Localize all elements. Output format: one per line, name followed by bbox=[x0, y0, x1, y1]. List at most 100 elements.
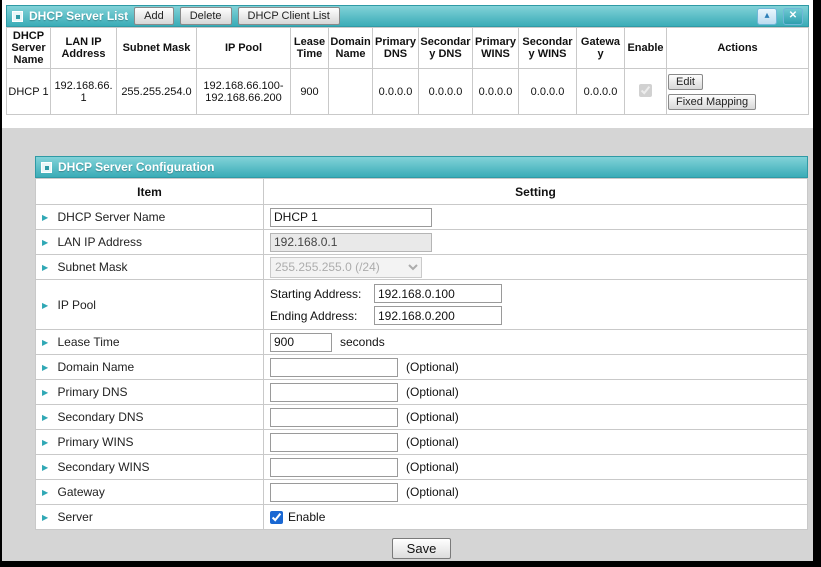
label-gateway: Gateway bbox=[58, 485, 105, 499]
cell-primary-wins: 0.0.0.0 bbox=[473, 69, 519, 115]
col-item: Item bbox=[36, 179, 264, 205]
panel-window-icon bbox=[12, 11, 23, 22]
col-gateway: Gateway bbox=[577, 28, 625, 69]
dhcp-server-configuration-header: DHCP Server Configuration bbox=[35, 156, 808, 178]
gateway-suffix: (Optional) bbox=[406, 485, 459, 499]
row-secondary-dns: ▶ Secondary DNS (Optional) bbox=[36, 405, 808, 430]
col-enable: Enable bbox=[625, 28, 667, 69]
row-dhcp-server-name: ▶ DHCP Server Name bbox=[36, 205, 808, 230]
gateway-input[interactable] bbox=[270, 483, 398, 502]
cell-ip-pool: 192.168.66.100-192.168.66.200 bbox=[197, 69, 291, 115]
row-server: ▶ Server Enable bbox=[36, 505, 808, 530]
row-domain-name: ▶ Domain Name (Optional) bbox=[36, 355, 808, 380]
bullet-icon: ▶ bbox=[42, 413, 48, 422]
row-lan-ip-address: ▶ LAN IP Address bbox=[36, 230, 808, 255]
label-ip-pool: IP Pool bbox=[58, 298, 96, 312]
cell-primary-dns: 0.0.0.0 bbox=[373, 69, 419, 115]
cell-gateway: 0.0.0.0 bbox=[577, 69, 625, 115]
dhcp-server-list-panel: DHCP Server List Add Delete DHCP Client … bbox=[2, 0, 813, 115]
dhcp-server-list-header: DHCP Server List Add Delete DHCP Client … bbox=[6, 5, 809, 27]
bullet-icon: ▶ bbox=[42, 338, 48, 347]
bullet-icon: ▶ bbox=[42, 513, 48, 522]
row-subnet-mask: ▶ Subnet Mask 255.255.255.0 (/24) bbox=[36, 255, 808, 280]
col-secondary-dns: Secondary DNS bbox=[419, 28, 473, 69]
cell-subnet: 255.255.254.0 bbox=[117, 69, 197, 115]
col-dhcp-server-name: DHCP Server Name bbox=[7, 28, 51, 69]
subnet-mask-select: 255.255.255.0 (/24) bbox=[270, 257, 422, 278]
label-primary-wins: Primary WINS bbox=[58, 435, 134, 449]
save-bar: Save bbox=[35, 538, 808, 559]
row-lease-time: ▶ Lease Time seconds bbox=[36, 330, 808, 355]
dhcp-server-list-title: DHCP Server List bbox=[29, 9, 128, 23]
bullet-icon: ▶ bbox=[42, 301, 48, 310]
row-ip-pool: ▶ IP Pool Starting Address: Ending Addre… bbox=[36, 280, 808, 330]
bullet-icon: ▶ bbox=[42, 238, 48, 247]
label-lease-time: Lease Time bbox=[58, 335, 120, 349]
col-subnet-mask: Subnet Mask bbox=[117, 28, 197, 69]
cell-lan-ip: 192.168.66.1 bbox=[51, 69, 117, 115]
cell-enable bbox=[625, 69, 667, 115]
domain-name-input[interactable] bbox=[270, 358, 398, 377]
dhcp-server-configuration-title: DHCP Server Configuration bbox=[58, 160, 214, 174]
label-server: Server bbox=[58, 510, 93, 524]
domain-name-suffix: (Optional) bbox=[406, 360, 459, 374]
delete-button[interactable]: Delete bbox=[180, 7, 232, 25]
bullet-icon: ▶ bbox=[42, 263, 48, 272]
row-enable-checkbox bbox=[639, 84, 652, 97]
bullet-icon: ▶ bbox=[42, 488, 48, 497]
lease-time-suffix: seconds bbox=[340, 335, 385, 349]
primary-dns-input[interactable] bbox=[270, 383, 398, 402]
row-secondary-wins: ▶ Secondary WINS (Optional) bbox=[36, 455, 808, 480]
label-lan-ip-address: LAN IP Address bbox=[58, 235, 143, 249]
panel-window-icon bbox=[41, 162, 52, 173]
bullet-icon: ▶ bbox=[42, 463, 48, 472]
col-lan-ip-address: LAN IP Address bbox=[51, 28, 117, 69]
server-enable-label: Enable bbox=[288, 510, 325, 524]
secondary-dns-suffix: (Optional) bbox=[406, 410, 459, 424]
label-subnet-mask: Subnet Mask bbox=[58, 260, 128, 274]
config-header-row: Item Setting bbox=[36, 179, 808, 205]
cell-secondary-wins: 0.0.0.0 bbox=[519, 69, 577, 115]
server-enable-checkbox[interactable] bbox=[270, 511, 283, 524]
secondary-wins-input[interactable] bbox=[270, 458, 398, 477]
label-primary-dns: Primary DNS bbox=[58, 385, 128, 399]
add-button[interactable]: Add bbox=[134, 7, 174, 25]
ip-pool-end-input[interactable] bbox=[374, 306, 502, 325]
bullet-icon: ▶ bbox=[42, 388, 48, 397]
dhcp-server-name-input[interactable] bbox=[270, 208, 432, 227]
config-area: DHCP Server Configuration Item Setting ▶… bbox=[2, 128, 813, 561]
bullet-icon: ▶ bbox=[42, 363, 48, 372]
col-ip-pool: IP Pool bbox=[197, 28, 291, 69]
primary-dns-suffix: (Optional) bbox=[406, 385, 459, 399]
dhcp-client-list-button[interactable]: DHCP Client List bbox=[238, 7, 340, 25]
dhcp-server-list-table: DHCP Server Name LAN IP Address Subnet M… bbox=[6, 27, 809, 115]
cell-lease: 900 bbox=[291, 69, 329, 115]
label-domain-name: Domain Name bbox=[58, 360, 135, 374]
secondary-dns-input[interactable] bbox=[270, 408, 398, 427]
ip-pool-start-input[interactable] bbox=[374, 284, 502, 303]
collapse-button[interactable]: ▴ bbox=[757, 8, 777, 25]
label-dhcp-server-name: DHCP Server Name bbox=[58, 210, 166, 224]
primary-wins-input[interactable] bbox=[270, 433, 398, 452]
table-row: DHCP 1 192.168.66.1 255.255.254.0 192.16… bbox=[7, 69, 809, 115]
col-setting: Setting bbox=[264, 179, 808, 205]
primary-wins-suffix: (Optional) bbox=[406, 435, 459, 449]
col-actions: Actions bbox=[667, 28, 809, 69]
ending-address-label: Ending Address: bbox=[270, 309, 374, 323]
bullet-icon: ▶ bbox=[42, 213, 48, 222]
save-button[interactable]: Save bbox=[392, 538, 452, 559]
starting-address-label: Starting Address: bbox=[270, 287, 374, 301]
edit-button[interactable]: Edit bbox=[668, 74, 703, 90]
dhcp-server-configuration-panel: DHCP Server Configuration Item Setting ▶… bbox=[35, 156, 808, 530]
close-icon: ✕ bbox=[789, 10, 797, 21]
lease-time-input[interactable] bbox=[270, 333, 332, 352]
fixed-mapping-button[interactable]: Fixed Mapping bbox=[668, 94, 756, 110]
col-lease-time: Lease Time bbox=[291, 28, 329, 69]
label-secondary-wins: Secondary WINS bbox=[58, 460, 150, 474]
col-primary-wins: Primary WINS bbox=[473, 28, 519, 69]
cell-server-name: DHCP 1 bbox=[7, 69, 51, 115]
cell-actions: Edit Fixed Mapping bbox=[667, 69, 809, 115]
list-header-row: DHCP Server Name LAN IP Address Subnet M… bbox=[7, 28, 809, 69]
row-primary-dns: ▶ Primary DNS (Optional) bbox=[36, 380, 808, 405]
close-button[interactable]: ✕ bbox=[783, 8, 803, 25]
